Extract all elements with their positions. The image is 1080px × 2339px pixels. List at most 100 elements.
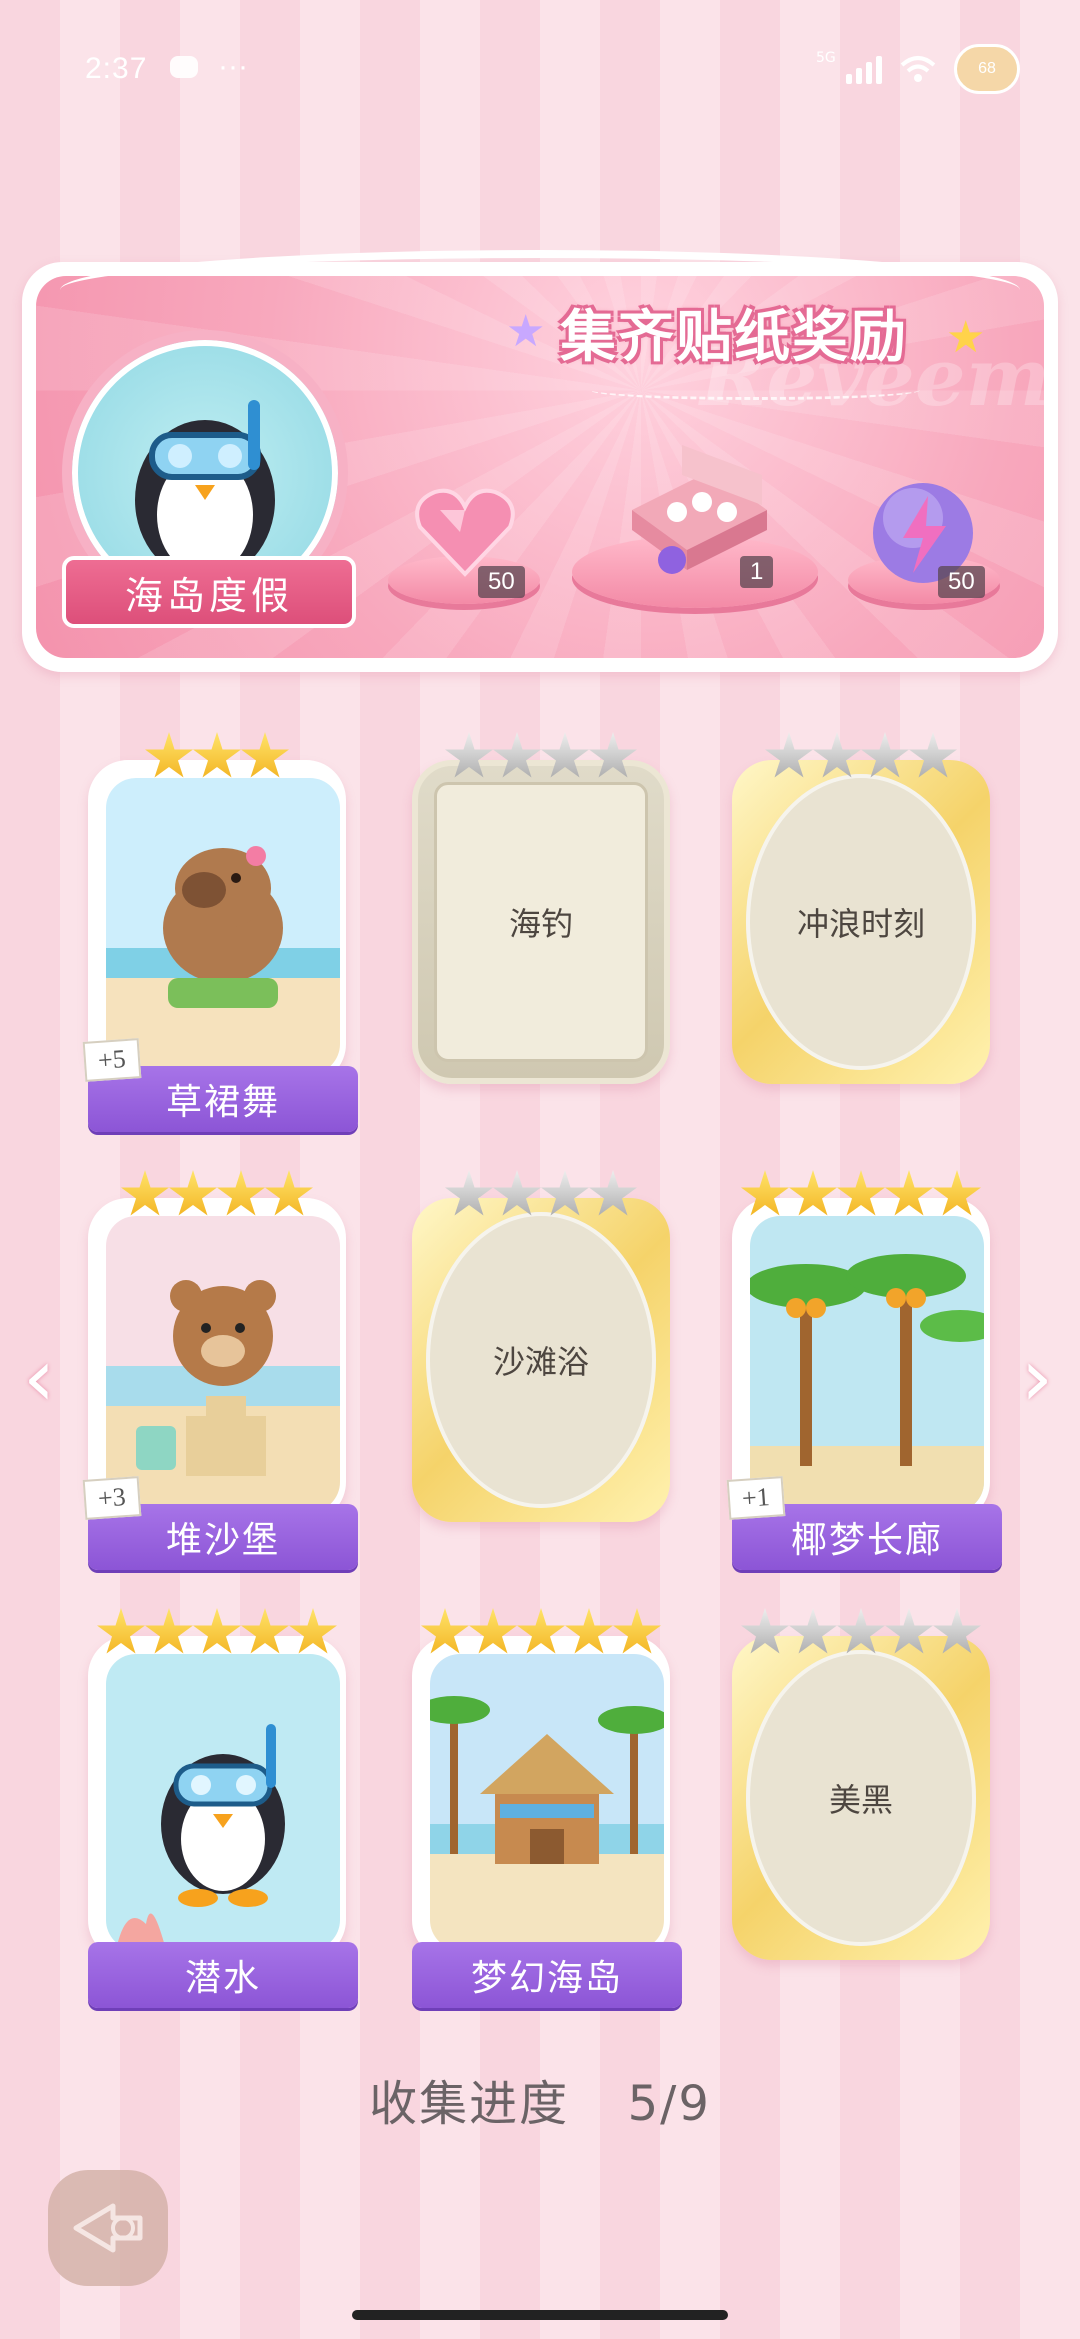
- sticker-card-frame: 堆沙堡 +3: [82, 1198, 358, 1570]
- status-more-dots: ···: [218, 50, 248, 83]
- sticker-star-rating: [732, 1160, 990, 1220]
- collection-progress: 收集进度 5/9: [0, 2064, 1080, 2134]
- star-icon: [837, 1608, 885, 1654]
- locked-sticker-placeholder: 美黑: [746, 1650, 976, 1946]
- sticker-name-label: 梦幻海岛: [412, 1942, 682, 2008]
- sticker-star-rating: [412, 1598, 670, 1658]
- star-icon: [193, 732, 241, 778]
- reward-count-1: 50: [478, 566, 525, 598]
- signal-icon: [846, 54, 882, 84]
- back-button[interactable]: [48, 2170, 168, 2286]
- star-icon: [121, 1170, 169, 1216]
- sticker-card-frame: 椰梦长廊 +1: [726, 1198, 1002, 1570]
- sticker-star-rating: [732, 722, 990, 782]
- star-icon: [741, 1170, 789, 1216]
- star-icon: [765, 732, 813, 778]
- title-star-right-icon: ★: [946, 312, 986, 363]
- prev-page-arrow[interactable]: ‹: [14, 1338, 64, 1418]
- sticker-card[interactable]: 冲浪时刻: [732, 722, 990, 1084]
- star-icon: [289, 1608, 337, 1654]
- star-icon: [169, 1170, 217, 1216]
- star-icon: [885, 1170, 933, 1216]
- star-icon: [145, 732, 193, 778]
- progress-label: 收集进度: [369, 2076, 570, 2132]
- sticker-card-frame: 梦幻海岛: [412, 1636, 682, 2008]
- star-icon: [909, 732, 957, 778]
- sticker-card[interactable]: 梦幻海岛: [412, 1598, 682, 2008]
- sticker-card-frame: 沙滩浴: [412, 1198, 670, 1522]
- star-icon: [241, 732, 289, 778]
- star-icon: [589, 1170, 637, 1216]
- network-type-label: 5G: [816, 50, 836, 66]
- sticker-duplicate-badge: +1: [726, 1476, 785, 1520]
- star-icon: [193, 1608, 241, 1654]
- star-icon: [517, 1608, 565, 1654]
- sticker-star-rating: [412, 1160, 670, 1220]
- star-icon: [217, 1170, 265, 1216]
- star-icon: [493, 1170, 541, 1216]
- star-icon: [541, 1170, 589, 1216]
- star-icon: [613, 1608, 661, 1654]
- medal-label-ribbon: 海岛度假: [62, 556, 356, 628]
- sticker-card-frame: 草裙舞 +5: [82, 760, 358, 1132]
- home-indicator: [352, 2310, 728, 2320]
- back-arrow-icon: [73, 2203, 143, 2253]
- sticker-card[interactable]: 美黑: [732, 1598, 990, 1960]
- bear-sandcastle-art: [106, 1216, 340, 1512]
- star-icon: [837, 1170, 885, 1216]
- locked-sticker-placeholder: 沙滩浴: [426, 1212, 656, 1508]
- star-icon: [933, 1608, 981, 1654]
- notification-icon: [170, 56, 198, 78]
- sticker-star-rating: [88, 722, 346, 782]
- next-page-arrow[interactable]: ›: [1012, 1338, 1062, 1418]
- star-icon: [421, 1608, 469, 1654]
- star-icon: [445, 1170, 493, 1216]
- sticker-card[interactable]: 潜水: [88, 1598, 358, 2008]
- capybara-hula-art: [106, 778, 340, 1074]
- star-icon: [469, 1608, 517, 1654]
- star-icon: [589, 732, 637, 778]
- progress-value: 5/9: [627, 2076, 711, 2132]
- title-star-left-icon: ★: [506, 306, 546, 357]
- star-icon: [885, 1608, 933, 1654]
- sticker-card-frame: 美黑: [732, 1636, 990, 1960]
- star-icon: [789, 1608, 837, 1654]
- coconut-palms-art: [750, 1216, 984, 1512]
- sticker-card[interactable]: 海钓: [412, 722, 670, 1084]
- sticker-star-rating: [732, 1598, 990, 1658]
- sticker-card[interactable]: 草裙舞 +5: [82, 722, 358, 1132]
- sticker-card[interactable]: 椰梦长廊 +1: [726, 1160, 1002, 1570]
- star-icon: [97, 1608, 145, 1654]
- beach-hut-art: [430, 1654, 664, 1950]
- star-icon: [145, 1608, 193, 1654]
- banner-title: 集齐贴纸奖励: [560, 305, 908, 370]
- banner-title-underline: [590, 380, 920, 400]
- sticker-card[interactable]: 沙滩浴: [412, 1160, 670, 1522]
- battery-avatar-badge: 68: [954, 44, 1020, 94]
- sticker-star-rating: [88, 1598, 346, 1658]
- star-icon: [565, 1608, 613, 1654]
- star-icon: [241, 1608, 289, 1654]
- star-icon: [265, 1170, 313, 1216]
- star-icon: [933, 1170, 981, 1216]
- star-icon: [813, 732, 861, 778]
- sticker-duplicate-badge: +3: [82, 1476, 141, 1520]
- reward-count-2: 1: [740, 556, 774, 588]
- star-icon: [861, 732, 909, 778]
- sticker-star-rating: [412, 722, 670, 782]
- sticker-star-rating: [88, 1160, 346, 1220]
- locked-sticker-placeholder: 海钓: [434, 782, 648, 1062]
- star-icon: [445, 732, 493, 778]
- wifi-icon: [900, 56, 936, 82]
- star-icon: [789, 1170, 837, 1216]
- sticker-name-label: 潜水: [88, 1942, 358, 2008]
- sticker-duplicate-badge: +5: [82, 1038, 141, 1082]
- star-icon: [493, 732, 541, 778]
- star-icon: [741, 1608, 789, 1654]
- status-time: 2:37: [85, 52, 148, 85]
- status-bar: 2:37 ··· 5G 68: [0, 0, 1080, 140]
- star-icon: [541, 732, 589, 778]
- sticker-card-frame: 海钓: [412, 760, 670, 1084]
- locked-sticker-placeholder: 冲浪时刻: [746, 774, 976, 1070]
- sticker-card[interactable]: 堆沙堡 +3: [82, 1160, 358, 1570]
